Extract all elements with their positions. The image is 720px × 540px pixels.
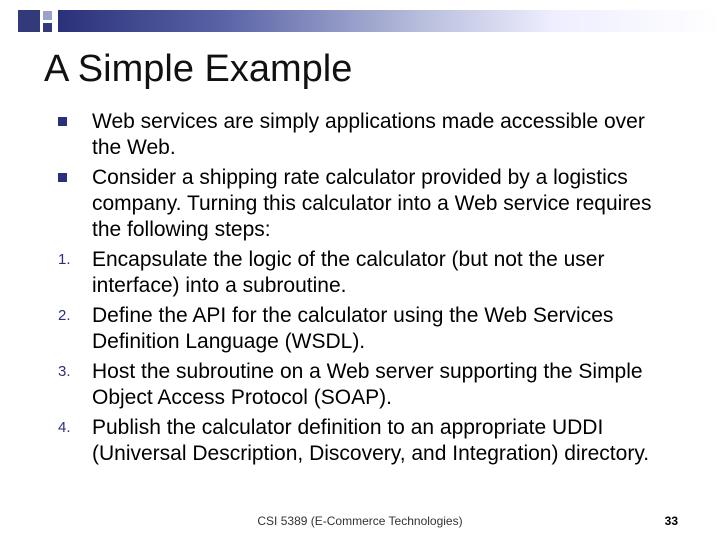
slide-title: A Simple Example [0,34,720,109]
list-item-text: Host the subroutine on a Web server supp… [92,359,672,411]
list-item: 1. Encapsulate the logic of the calculat… [58,247,672,299]
page-number: 33 [665,514,678,528]
list-item-text: Define the API for the calculator using … [92,303,672,355]
list-item-text: Consider a shipping rate calculator prov… [92,165,672,243]
bullet-number: 3. [58,359,92,385]
list-item-text: Encapsulate the logic of the calculator … [92,247,672,299]
corner-squares-icon [0,0,52,34]
list-item: 4. Publish the calculator definition to … [58,415,672,467]
bullet-square-icon [58,109,92,135]
bullet-number: 4. [58,415,92,441]
list-item: Consider a shipping rate calculator prov… [58,165,672,243]
list-item-text: Web services are simply applications mad… [92,109,672,161]
list-item-text: Publish the calculator definition to an … [92,415,672,467]
list-item: 2. Define the API for the calculator usi… [58,303,672,355]
list-item: Web services are simply applications mad… [58,109,672,161]
bullet-square-icon [58,165,92,191]
bullet-number: 2. [58,303,92,329]
slide-header-decoration [0,0,720,34]
slide-body: Web services are simply applications mad… [0,109,720,467]
bullet-number: 1. [58,247,92,273]
slide-footer: CSI 5389 (E-Commerce Technologies) [0,514,720,528]
list-item: 3. Host the subroutine on a Web server s… [58,359,672,411]
header-gradient-bar [58,10,720,32]
